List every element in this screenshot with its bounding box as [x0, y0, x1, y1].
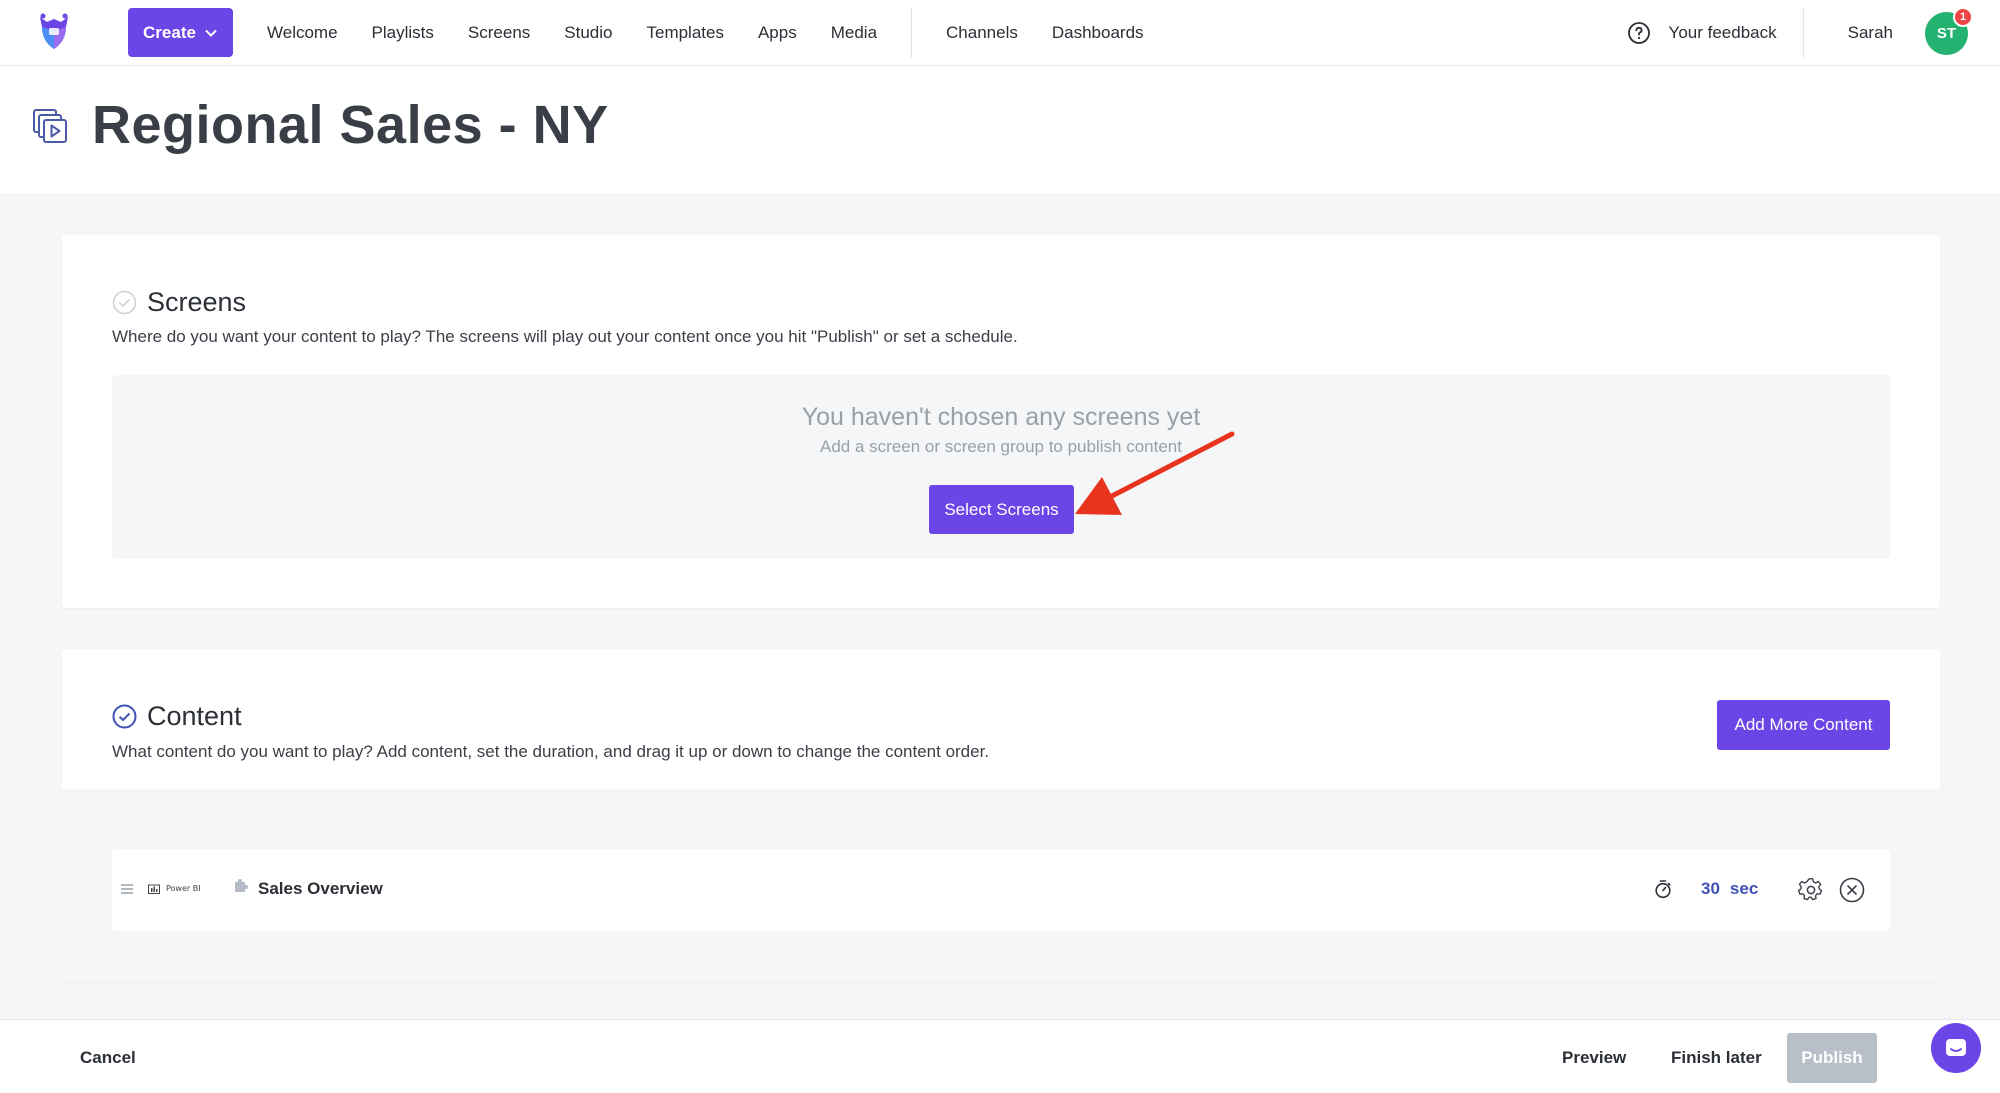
power-bi-logo: Power BI	[148, 883, 201, 894]
screens-section-header: Screens	[112, 287, 246, 318]
nav-item-channels[interactable]: Channels	[929, 23, 1035, 43]
nav-divider	[911, 8, 913, 58]
check-circle-icon	[112, 704, 137, 729]
playlist-icon	[33, 109, 67, 143]
screens-empty-state: You haven't chosen any screens yet Add a…	[112, 375, 1890, 559]
puzzle-icon	[235, 879, 248, 892]
notification-badge: 1	[1953, 6, 1973, 27]
chevron-down-icon	[205, 29, 217, 37]
nav-item-studio[interactable]: Studio	[547, 23, 629, 43]
top-nav-bar: Create Welcome Playlists Screens Studio …	[0, 0, 2000, 66]
timer-icon	[1655, 880, 1671, 899]
duration-unit: sec	[1729, 879, 1759, 898]
preview-button[interactable]: Preview	[1562, 1048, 1626, 1068]
page-title: Regional Sales - NY	[92, 95, 609, 155]
finish-later-button[interactable]: Finish later	[1671, 1048, 1762, 1068]
main-nav: Welcome Playlists Screens Studio Templat…	[250, 0, 1161, 66]
nav-item-dashboards[interactable]: Dashboards	[1035, 23, 1161, 43]
source-label: Power BI	[166, 884, 201, 893]
power-bi-logo-icon	[148, 884, 160, 894]
nav-item-apps[interactable]: Apps	[741, 23, 814, 43]
publish-button[interactable]: Publish	[1787, 1033, 1877, 1083]
nav-item-media[interactable]: Media	[814, 23, 894, 43]
create-button-label: Create	[143, 22, 196, 42]
nav-item-welcome[interactable]: Welcome	[250, 23, 355, 43]
screens-section-description: Where do you want your content to play? …	[112, 327, 1018, 346]
user-name[interactable]: Sarah	[1848, 23, 1893, 43]
empty-state-title: You haven't chosen any screens yet	[801, 403, 1201, 431]
close-circle-icon[interactable]	[1839, 877, 1865, 903]
duration-value: 30	[1701, 879, 1720, 898]
content-section-header: Content	[112, 701, 242, 732]
nav-item-screens[interactable]: Screens	[451, 23, 547, 43]
empty-state-subtitle: Add a screen or screen group to publish …	[820, 437, 1182, 456]
feedback-link[interactable]: Your feedback	[1669, 23, 1777, 43]
screens-section-title: Screens	[147, 287, 247, 317]
content-item[interactable]: Power BI Sales Overview 30 sec	[112, 849, 1890, 931]
footer-action-bar: Cancel Preview Finish later Publish	[0, 1019, 2000, 1093]
avatar[interactable]: ST 1	[1925, 6, 1973, 55]
content-section: Content What content do you want to play…	[62, 649, 1940, 983]
page-header: Regional Sales - NY	[0, 66, 2000, 193]
nav-divider	[1802, 8, 1804, 58]
app-logo-icon[interactable]	[33, 11, 75, 53]
content-section-title: Content	[147, 701, 242, 731]
cancel-button[interactable]: Cancel	[80, 1048, 136, 1068]
chat-icon	[1946, 1039, 1966, 1056]
drag-handle-icon[interactable]	[120, 882, 134, 896]
user-nav: Your feedback Sarah ST 1	[1627, 0, 2000, 66]
gear-icon[interactable]	[1798, 877, 1824, 903]
duration-field[interactable]: 30 sec	[1701, 879, 1758, 899]
content-item-title: Sales Overview	[258, 879, 383, 898]
help-icon[interactable]	[1627, 21, 1651, 45]
content-section-description: What content do you want to play? Add co…	[112, 742, 990, 761]
screens-section: Screens Where do you want your content t…	[62, 235, 1940, 608]
chat-button[interactable]	[1931, 1023, 1981, 1073]
check-circle-icon	[112, 290, 137, 315]
select-screens-button[interactable]: Select Screens	[929, 485, 1074, 534]
create-button[interactable]: Create	[128, 8, 233, 57]
add-more-content-button[interactable]: Add More Content	[1717, 700, 1890, 750]
nav-item-templates[interactable]: Templates	[629, 23, 740, 43]
avatar-initials: ST	[1936, 24, 1957, 42]
nav-item-playlists[interactable]: Playlists	[355, 23, 451, 43]
